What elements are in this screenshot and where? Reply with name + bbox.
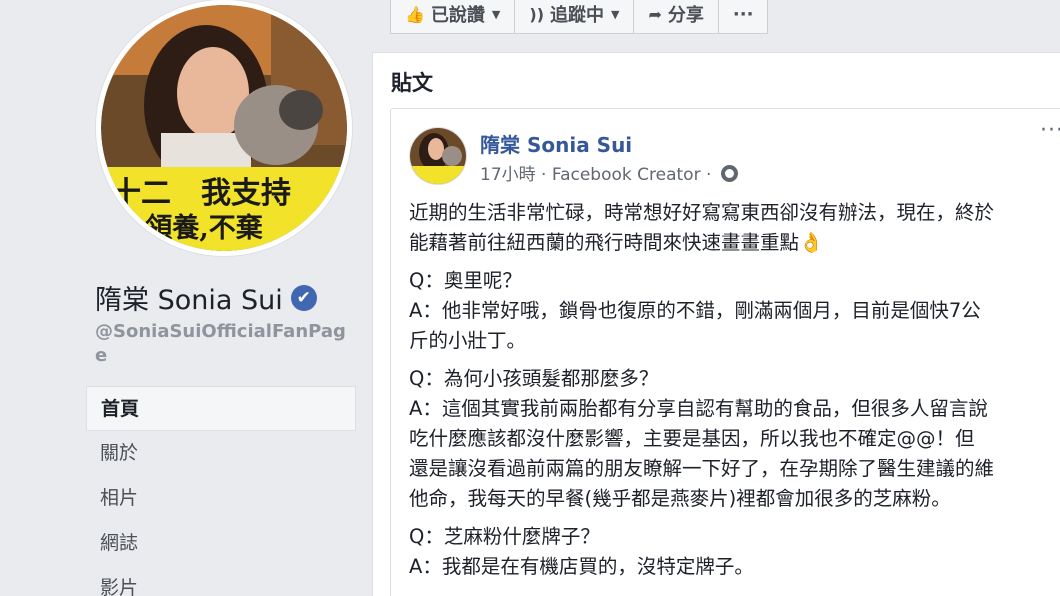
post-paragraph: Q：為何小孩頭髮都那麼多？ A：這個其實我前兩胎都有分享自認有幫助的食品，但很多… xyxy=(409,364,1060,514)
post-line: A：這個其實我前兩胎都有分享自認有幫助的食品，但很多人留言說 xyxy=(409,397,988,420)
post-line: A：他非常好哦，鎖骨也復原的不錯，剛滿兩個月，目前是個快7公 xyxy=(409,299,981,322)
globe-icon xyxy=(720,165,738,182)
post-line: 還是讓沒看過前兩篇的朋友瞭解一下好了，在孕期除了醫生建議的維 xyxy=(409,457,995,480)
liked-button[interactable]: 👍 已說讚 ▼ xyxy=(390,0,516,34)
liked-label: 已說讚 xyxy=(430,5,485,26)
post-line: 他命，我每天的早餐(幾乎都是燕麥片)裡都會加很多的芝麻粉。 xyxy=(409,487,951,510)
post-line: Q：奧里呢？ xyxy=(409,269,522,292)
post-options-button[interactable]: ··· xyxy=(1040,118,1060,143)
post-author-avatar[interactable] xyxy=(409,127,467,185)
verified-badge-icon: ✔ xyxy=(290,284,317,311)
post-line: 能藉著前往紐西蘭的飛行時間來快速畫畫重點👌 xyxy=(409,231,824,254)
posts-heading: 貼文 xyxy=(391,71,433,95)
nav-notes[interactable]: 網誌 xyxy=(86,521,356,566)
page-action-bar: 👍 已說讚 ▼ )) 追蹤中 ▼ ➦ 分享 ··· xyxy=(390,0,769,34)
post-line: 斤的小壯丁。 xyxy=(409,329,527,352)
following-button[interactable]: )) 追蹤中 ▼ xyxy=(514,0,635,34)
avatar-text-1: 十二 我支持 xyxy=(111,176,291,211)
nav-photos[interactable]: 相片 xyxy=(86,476,356,521)
page-handle[interactable]: @SoniaSuiOfficialFanPage xyxy=(95,320,355,368)
sidebar-nav: 首頁 關於 相片 網誌 影片 xyxy=(86,386,356,596)
post-line: Q：芝麻粉什麼牌子？ xyxy=(409,525,600,548)
post-line: Q：為何小孩頭髮都那麼多？ xyxy=(409,367,659,390)
page-name-text: 隋棠 Sonia Sui xyxy=(95,285,283,316)
meta-separator: · xyxy=(705,165,712,185)
post-meta: 17小時 · Facebook Creator · xyxy=(480,160,738,185)
post-paragraph: Q：芝麻粉什麼牌子？ A：我都是在有機店買的，沒特定牌子。 xyxy=(409,522,1060,582)
more-button[interactable]: ··· xyxy=(717,0,769,34)
post-body: 近期的生活非常忙碌，時常想好好寫寫東西卻沒有辦法，現在，終於 能藉著前往紐西蘭的… xyxy=(409,198,1060,590)
page-name[interactable]: 隋棠 Sonia Sui ✔ xyxy=(95,278,317,317)
share-arrow-icon: ➦ xyxy=(648,4,662,24)
avatar-text-2: 夜 領養,不棄 xyxy=(108,212,264,244)
post-author[interactable]: 隋棠 Sonia Sui xyxy=(480,129,632,158)
post-paragraph: 近期的生活非常忙碌，時常想好好寫寫東西卻沒有辦法，現在，終於 能藉著前往紐西蘭的… xyxy=(409,198,1060,258)
nav-videos[interactable]: 影片 xyxy=(86,566,356,596)
post-line: A：我都是在有機店買的，沒特定牌子。 xyxy=(409,555,754,578)
profile-picture[interactable]: 十二 我支持 夜 領養,不棄 xyxy=(96,0,352,256)
avatar xyxy=(410,128,466,184)
share-button[interactable]: ➦ 分享 xyxy=(633,0,719,34)
thumbs-up-icon: 👍 xyxy=(405,4,425,24)
nav-home[interactable]: 首頁 xyxy=(86,386,356,431)
post-paragraph: Q：奧里呢？ A：他非常好哦，鎖骨也復原的不錯，剛滿兩個月，目前是個快7公 斤的… xyxy=(409,266,1060,356)
meta-separator: · xyxy=(541,165,547,185)
profile-photo: 十二 我支持 夜 領養,不棄 xyxy=(101,5,347,251)
post-line: 吃什麼應該都沒什麼影響，主要是基因，所以我也不確定@@！但 xyxy=(409,427,975,450)
post-app: Facebook Creator xyxy=(551,165,701,185)
share-label: 分享 xyxy=(667,5,704,26)
chevron-down-icon: ▼ xyxy=(491,7,501,21)
post-line: 近期的生活非常忙碌，時常想好好寫寫東西卻沒有辦法，現在，終於 xyxy=(409,201,995,224)
post-time[interactable]: 17小時 xyxy=(480,165,536,185)
rss-icon: )) xyxy=(529,4,545,24)
chevron-down-icon: ▼ xyxy=(611,7,620,21)
nav-about[interactable]: 關於 xyxy=(86,431,356,476)
following-label: 追蹤中 xyxy=(550,5,605,26)
